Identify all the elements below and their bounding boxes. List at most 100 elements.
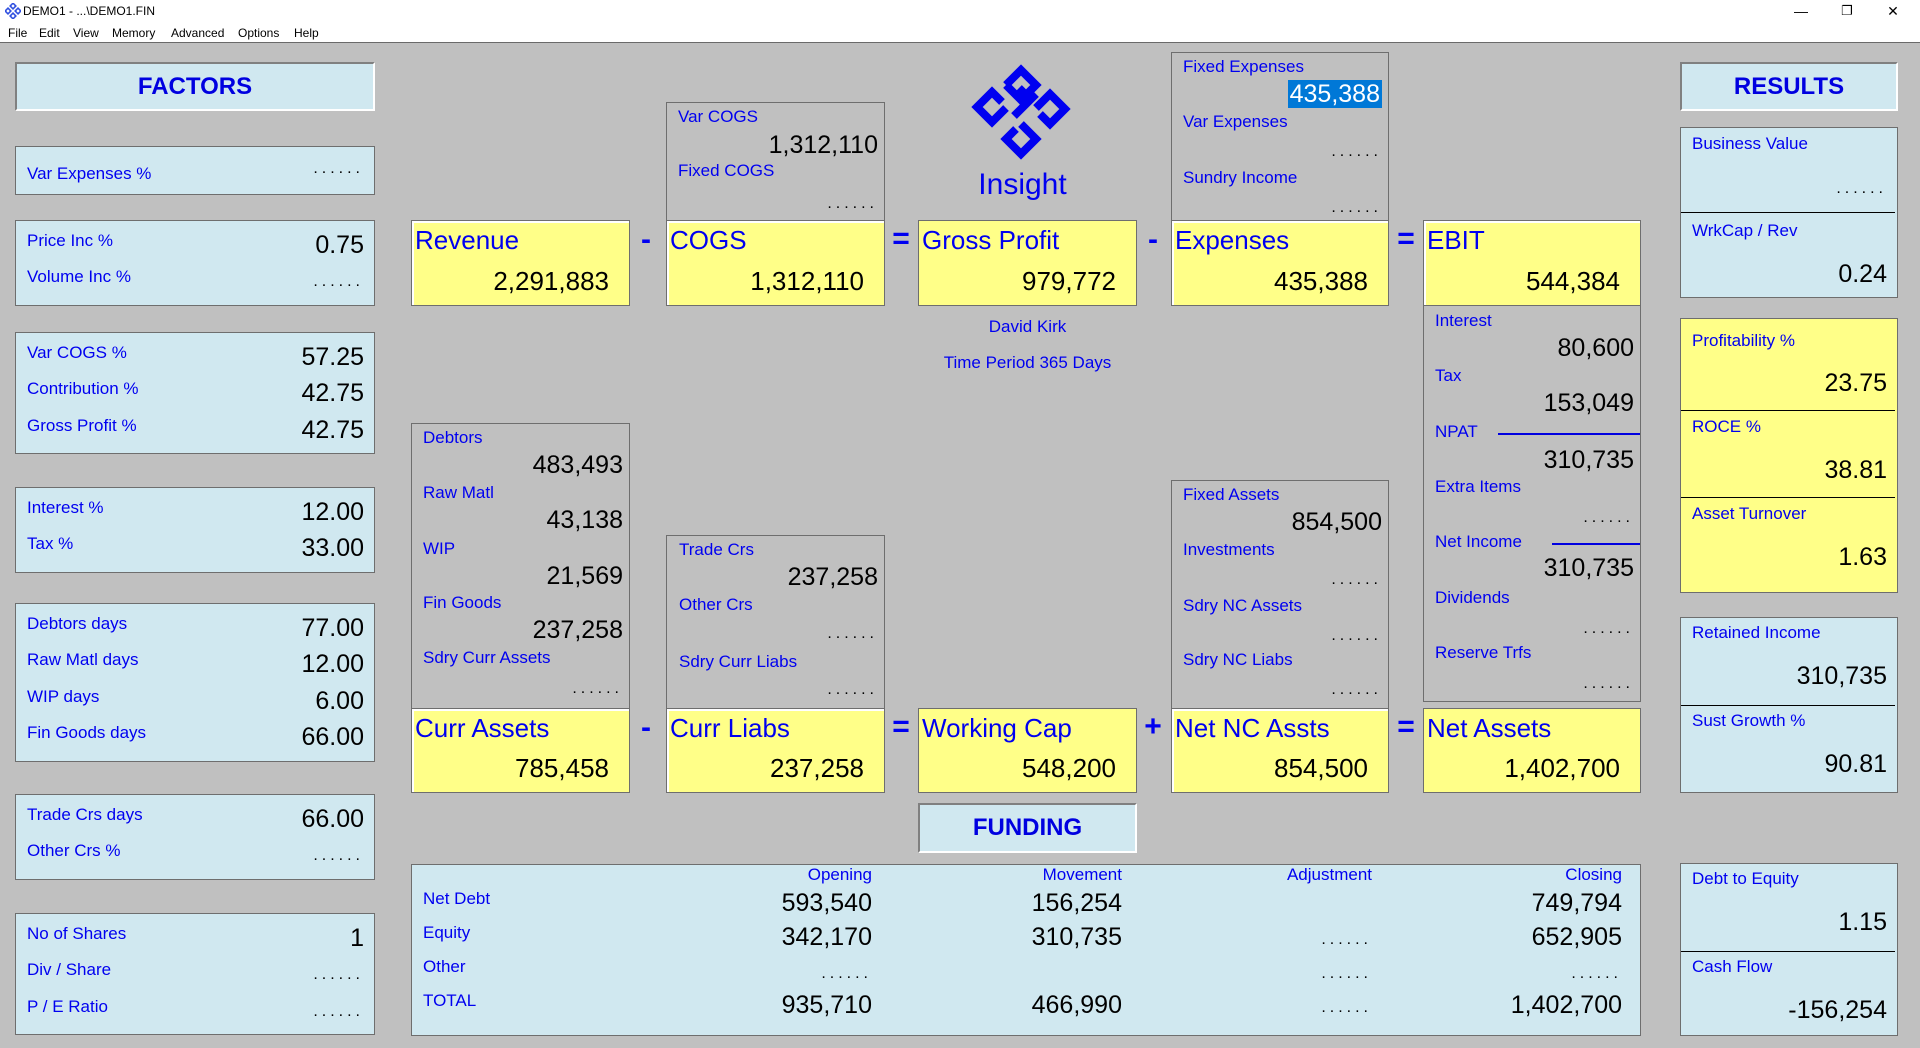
cogs-box[interactable]: COGS 1,312,110 (666, 220, 885, 306)
var-expenses-value[interactable]: ...... (1331, 143, 1382, 161)
menu-help[interactable]: Help (294, 26, 319, 40)
volume-inc-pct-value[interactable]: ...... (313, 273, 364, 291)
fixed-expenses-label: Fixed Expenses (1183, 57, 1304, 76)
menu-view[interactable]: View (73, 26, 99, 40)
var-cogs-pct-value[interactable]: 57.25 (301, 343, 364, 372)
debt-to-equity-value: 1.15 (1838, 908, 1887, 936)
fixed-expenses-selected-text[interactable]: 435,388 (1287, 80, 1382, 108)
net-nc-assts-box[interactable]: Net NC Assts 854,500 (1171, 708, 1389, 793)
price-inc-pct-label: Price Inc % (27, 231, 113, 250)
gross-profit-box[interactable]: Gross Profit 979,772 (918, 220, 1137, 306)
investments-value[interactable]: ...... (1331, 571, 1382, 589)
retained-income-value: 310,735 (1796, 662, 1887, 690)
extra-items-value[interactable]: ...... (1583, 509, 1634, 527)
factor-panel-interest-tax: Interest % 12.00 Tax % 33.00 (15, 487, 375, 573)
menu-file[interactable]: File (8, 26, 27, 40)
other-crs-value[interactable]: ...... (827, 625, 878, 643)
menu-edit[interactable]: Edit (39, 26, 60, 40)
menu-memory[interactable]: Memory (112, 26, 155, 40)
sdry-nc-assets-value[interactable]: ...... (1331, 627, 1382, 645)
author-name: David Kirk (988, 317, 1067, 336)
debtors-days-value[interactable]: 77.00 (301, 614, 364, 643)
other-adjustment[interactable]: ...... (1192, 965, 1372, 983)
net-nc-assts-label: Net NC Assts (1175, 713, 1330, 743)
minimize-button[interactable]: — (1778, 0, 1824, 22)
curr-liabs-label: Curr Liabs (670, 713, 790, 743)
trade-crs-days-value[interactable]: 66.00 (301, 805, 364, 834)
other-crs-pct-value[interactable]: ...... (313, 847, 364, 865)
extra-items-label: Extra Items (1435, 477, 1521, 496)
asset-turnover-label: Asset Turnover (1692, 504, 1807, 523)
sust-growth-pct-label: Sust Growth % (1692, 711, 1806, 730)
var-expenses-pct-label: Var Expenses % (27, 164, 152, 183)
dividends-value[interactable]: ...... (1583, 620, 1634, 638)
debtors-value[interactable]: 483,493 (533, 451, 623, 480)
curr-assets-box[interactable]: Curr Assets 785,458 (411, 708, 630, 793)
interest-pct-value[interactable]: 12.00 (301, 498, 364, 527)
roce-pct-value: 38.81 (1824, 456, 1887, 484)
sdry-nc-liabs-value[interactable]: ...... (1331, 681, 1382, 699)
wip-days-value[interactable]: 6.00 (315, 687, 364, 716)
wip-days-label: WIP days (27, 687, 100, 706)
no-of-shares-value[interactable]: 1 (350, 924, 364, 953)
sdry-curr-liabs-value[interactable]: ...... (827, 681, 878, 699)
trade-crs-value[interactable]: 237,258 (788, 563, 878, 592)
results-header-button[interactable]: RESULTS (1680, 62, 1898, 111)
debt-to-equity-label: Debt to Equity (1692, 869, 1799, 888)
interest-label: Interest (1435, 311, 1492, 330)
raw-matl-value[interactable]: 43,138 (547, 506, 623, 535)
expenses-detail-panel: Fixed Expenses 435,388 Var Expenses ....… (1171, 52, 1389, 222)
revenue-box[interactable]: Revenue 2,291,883 (411, 220, 630, 306)
debtors-days-label: Debtors days (27, 614, 128, 633)
sdry-nc-assets-label: Sdry NC Assets (1183, 596, 1303, 615)
contribution-pct-value[interactable]: 42.75 (301, 379, 364, 408)
curr-liabs-box[interactable]: Curr Liabs 237,258 (666, 708, 885, 793)
revenue-label: Revenue (415, 225, 520, 255)
price-inc-pct-value[interactable]: 0.75 (315, 231, 364, 260)
net-income-value[interactable]: 310,735 (1544, 554, 1634, 583)
reserve-trfs-value[interactable]: ...... (1583, 675, 1634, 693)
ebit-box[interactable]: EBIT 544,384 (1423, 220, 1641, 306)
equity-adjustment[interactable]: ...... (1192, 931, 1372, 949)
close-button[interactable]: ✕ (1870, 0, 1916, 22)
other-opening[interactable]: ...... (692, 965, 872, 983)
factor-panel-days: Debtors days 77.00 Raw Matl days 12.00 W… (15, 603, 375, 762)
npat-value[interactable]: 310,735 (1544, 446, 1634, 475)
wip-value[interactable]: 21,569 (547, 562, 623, 591)
tax-value[interactable]: 153,049 (1544, 389, 1634, 418)
var-cogs-value[interactable]: 1,312,110 (769, 131, 878, 160)
gross-profit-pct-value[interactable]: 42.75 (301, 416, 364, 445)
expenses-box[interactable]: Expenses 435,388 (1171, 220, 1389, 306)
var-cogs-pct-label: Var COGS % (27, 343, 127, 362)
raw-matl-days-value[interactable]: 12.00 (301, 650, 364, 679)
factors-header-button[interactable]: FACTORS (15, 62, 375, 111)
plus-operator: + (1144, 710, 1162, 743)
restore-button[interactable]: ❐ (1824, 0, 1870, 22)
wrkcap-rev-label: WrkCap / Rev (1692, 221, 1798, 240)
equals-operator: = (1397, 222, 1415, 255)
fixed-expenses-value[interactable]: 435,388 (1287, 80, 1382, 109)
fixed-cogs-value[interactable]: ...... (827, 195, 878, 213)
div-share-value[interactable]: ...... (313, 966, 364, 984)
interest-value[interactable]: 80,600 (1558, 334, 1634, 363)
funding-header-button[interactable]: FUNDING (918, 803, 1137, 853)
sundry-income-value[interactable]: ...... (1331, 199, 1382, 217)
net-debt-opening[interactable]: 593,540 (692, 889, 872, 918)
working-cap-box[interactable]: Working Cap 548,200 (918, 708, 1137, 793)
fin-goods-value[interactable]: 237,258 (533, 616, 623, 645)
pe-ratio-value[interactable]: ...... (313, 1003, 364, 1021)
working-cap-label: Working Cap (922, 713, 1072, 743)
total-adjustment: ...... (1321, 999, 1372, 1016)
fin-goods-days-value[interactable]: 66.00 (301, 723, 364, 752)
net-assets-box[interactable]: Net Assets 1,402,700 (1423, 708, 1641, 793)
equity-opening[interactable]: 342,170 (692, 923, 872, 952)
sundry-income-label: Sundry Income (1183, 168, 1298, 187)
factor-panel-growth: Price Inc % 0.75 Volume Inc % ...... (15, 220, 375, 306)
sdry-curr-assets-label: Sdry Curr Assets (423, 648, 551, 667)
fixed-assets-value[interactable]: 854,500 (1292, 508, 1382, 537)
tax-pct-value[interactable]: 33.00 (301, 534, 364, 563)
menu-options[interactable]: Options (238, 26, 279, 40)
menu-advanced[interactable]: Advanced (171, 26, 224, 40)
var-expenses-pct-value[interactable]: ...... (313, 160, 364, 178)
sdry-curr-assets-value[interactable]: ...... (572, 680, 623, 698)
